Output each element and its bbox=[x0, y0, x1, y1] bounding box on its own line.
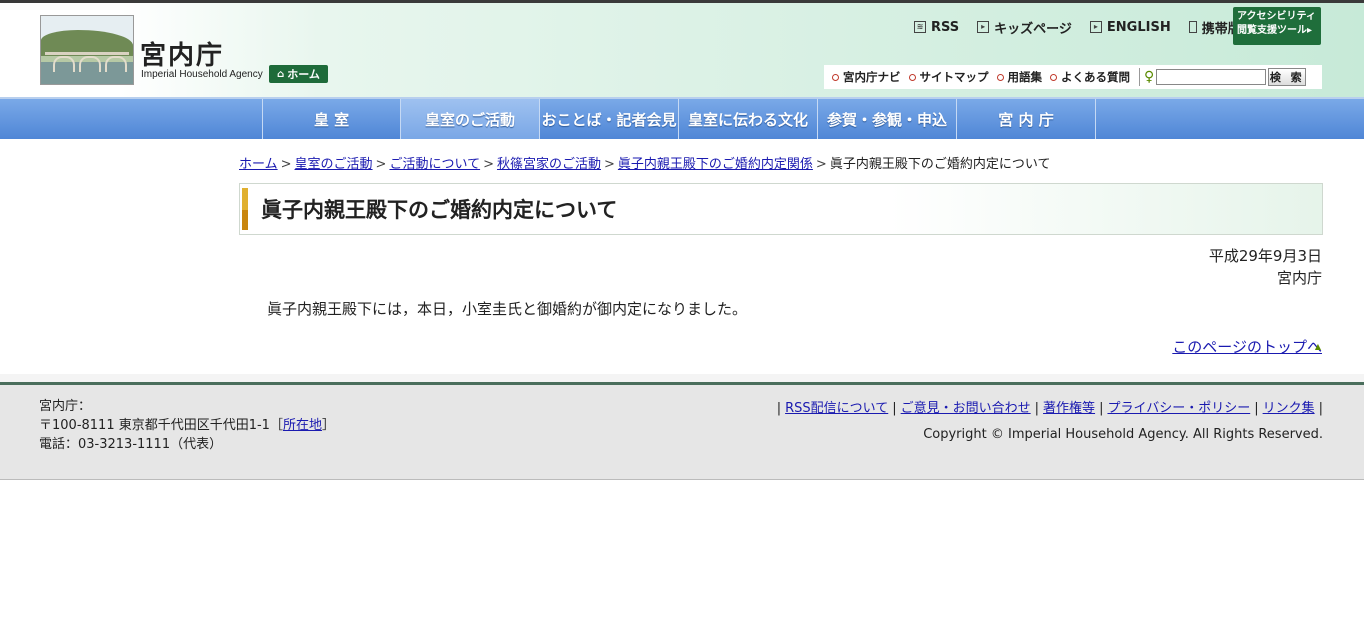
rss-icon: ≋ bbox=[914, 21, 926, 33]
article-date: 平成29年9月3日 bbox=[1208, 247, 1322, 265]
accessibility-tool-button[interactable]: アクセシビリティ 閲覧支援ツール▸ bbox=[1233, 7, 1321, 45]
home-button-label: ホーム bbox=[287, 68, 320, 81]
breadcrumb: ホーム > 皇室のご活動 > ご活動について > 秋篠宮家のご活動 > 眞子内親王殿下のご婚約内… bbox=[239, 157, 1051, 172]
contact-link[interactable]: ご意見・お問い合わせ bbox=[901, 401, 1031, 416]
site-footer: 宮内庁： 〒100-8111 東京都千代田区千代田1-1［所在地］ 電話：03-… bbox=[0, 382, 1364, 480]
glossary-link[interactable]: 用語集 bbox=[996, 69, 1042, 85]
breadcrumb-link-akishino[interactable]: 秋篠宮家のご活動 bbox=[497, 157, 601, 172]
play-icon: ▸ bbox=[977, 21, 990, 33]
global-navigation: 皇 室 皇室のご活動 おことば・記者会見 皇室に伝わる文化 参賀・参観・申込 宮… bbox=[0, 97, 1364, 139]
footer-spacer bbox=[0, 374, 1364, 382]
heading-accent bbox=[242, 188, 248, 210]
search-icon: ♀ bbox=[1144, 69, 1155, 85]
article-issuer: 宮内庁 bbox=[1276, 269, 1322, 287]
english-link[interactable]: ▸ ENGLISH bbox=[1089, 20, 1171, 35]
bullet-icon bbox=[908, 73, 916, 81]
nav-imperial-activities[interactable]: 皇室のご活動 bbox=[401, 99, 540, 139]
bullet-icon bbox=[996, 73, 1004, 81]
breadcrumb-link-activities[interactable]: 皇室のご活動 bbox=[295, 157, 373, 172]
footer-phone: 電話：03-3213-1111（代表） bbox=[39, 437, 223, 452]
nav-agency[interactable]: 宮 内 庁 bbox=[957, 99, 1096, 139]
site-title[interactable]: 宮内庁 bbox=[140, 35, 224, 72]
breadcrumb-link-home[interactable]: ホーム bbox=[239, 157, 278, 172]
page-title: 眞子内親王殿下のご婚約内定について bbox=[261, 198, 618, 222]
article-dateline: 平成29年9月3日 宮内庁 bbox=[1209, 245, 1322, 289]
divider bbox=[1139, 68, 1140, 86]
article-body: 眞子内親王殿下には，本日，小室圭氏と御婚約が御内定になりました。 bbox=[267, 300, 748, 318]
nav-culture[interactable]: 皇室に伝わる文化 bbox=[679, 99, 818, 139]
copyright-text: Copyright © Imperial Household Agency. A… bbox=[923, 427, 1323, 442]
breadcrumb-link-engagement[interactable]: 眞子内親王殿下のご婚約内定関係 bbox=[618, 157, 813, 172]
location-link[interactable]: 所在地 bbox=[283, 418, 322, 433]
home-icon: ⌂ bbox=[277, 68, 285, 80]
sub-navigation: 宮内庁ナビ サイトマップ 用語集 よくある質問 ♀ 検 索 bbox=[824, 65, 1322, 89]
footer-address: 宮内庁： 〒100-8111 東京都千代田区千代田1-1［所在地］ 電話：03-… bbox=[39, 399, 335, 452]
links-page-link[interactable]: リンク集 bbox=[1263, 401, 1315, 416]
breadcrumb-link-about-activities[interactable]: ご活動について bbox=[389, 157, 480, 172]
mobile-phone-icon bbox=[1188, 21, 1197, 33]
copyright-link[interactable]: 著作権等 bbox=[1043, 401, 1095, 416]
arrow-up-icon: ▲ bbox=[1314, 342, 1321, 351]
footer-links: | RSS配信について | ご意見・お問い合わせ | 著作権等 | プライバシー・ポリシー | リ… bbox=[776, 401, 1323, 416]
kids-page-link[interactable]: ▸ キッズページ bbox=[977, 18, 1072, 37]
play-icon: ▸ bbox=[1089, 21, 1102, 33]
nav-imperial-family[interactable]: 皇 室 bbox=[262, 99, 401, 139]
top-links: ≋ RSS ▸ キッズページ ▸ ENGLISH 携帯版 bbox=[914, 18, 1241, 37]
search-input[interactable] bbox=[1156, 69, 1267, 85]
home-button[interactable]: ⌂ ホーム bbox=[269, 65, 328, 83]
sitemap-link[interactable]: サイトマップ bbox=[908, 69, 989, 85]
footer-postal-address: 〒100-8111 東京都千代田区千代田1-1［ bbox=[39, 418, 283, 433]
site-subtitle: Imperial Household Agency bbox=[141, 69, 263, 80]
heading-accent bbox=[242, 210, 248, 230]
faq-link[interactable]: よくある質問 bbox=[1050, 69, 1130, 85]
page-heading-box: 眞子内親王殿下のご婚約内定について bbox=[239, 183, 1323, 235]
arrow-right-icon: ▸ bbox=[1307, 25, 1313, 36]
navi-link[interactable]: 宮内庁ナビ bbox=[832, 69, 901, 85]
breadcrumb-current: 眞子内親王殿下のご婚約内定について bbox=[829, 157, 1051, 172]
nav-visits-applications[interactable]: 参賀・参観・申込 bbox=[818, 99, 957, 139]
back-to-top-link[interactable]: このページのトップへ bbox=[1172, 336, 1322, 357]
search-button[interactable]: 検 索 bbox=[1268, 68, 1307, 86]
nav-addresses-press[interactable]: おことば・記者会見 bbox=[540, 99, 679, 139]
privacy-link[interactable]: プライバシー・ポリシー bbox=[1107, 401, 1250, 416]
logo-photo-bridge[interactable] bbox=[40, 15, 134, 85]
bullet-icon bbox=[1050, 73, 1057, 81]
rss-link[interactable]: ≋ RSS bbox=[914, 20, 959, 35]
rss-info-link[interactable]: RSS配信について bbox=[785, 401, 888, 416]
bullet-icon bbox=[832, 73, 839, 81]
site-header: 宮内庁 Imperial Household Agency ⌂ ホーム ≋ RS… bbox=[0, 3, 1364, 97]
footer-org: 宮内庁： bbox=[39, 399, 92, 414]
